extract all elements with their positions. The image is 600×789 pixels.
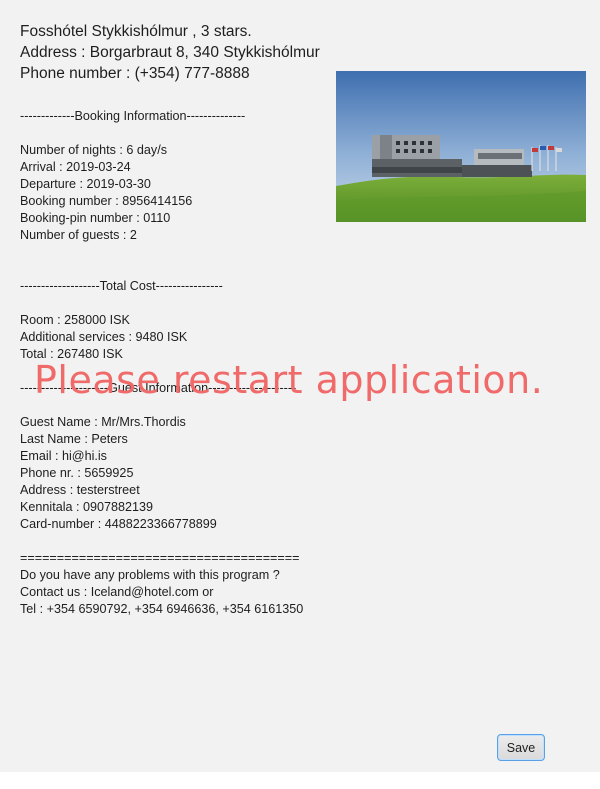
hotel-photo bbox=[336, 71, 586, 222]
nights-value: Number of nights : 6 day/s bbox=[20, 143, 167, 157]
hotel-header: Fosshótel Stykkishólmur , 3 stars. Addre… bbox=[20, 21, 320, 84]
address-value: Address : testerstreet bbox=[20, 483, 140, 497]
booking-confirmation-window: Fosshótel Stykkishólmur , 3 stars. Addre… bbox=[0, 0, 600, 772]
booking-section-heading: -------------Booking Information--------… bbox=[20, 109, 246, 123]
kennitala-value: Kennitala : 0907882139 bbox=[20, 500, 154, 514]
additional-cost-value: Additional services : 9480 ISK bbox=[20, 330, 188, 344]
email-value: Email : hi@hi.is bbox=[20, 449, 107, 463]
support-question: Do you have any problems with this progr… bbox=[20, 568, 280, 582]
cost-section-heading: -------------------Total Cost-----------… bbox=[20, 279, 223, 293]
save-button[interactable]: Save bbox=[497, 734, 545, 761]
hotel-name: Fosshótel Stykkishólmur , 3 stars. bbox=[20, 23, 252, 40]
departure-value: Departure : 2019-03-30 bbox=[20, 177, 151, 191]
card-number-value: Card-number : 4488223366778899 bbox=[20, 517, 217, 531]
bottom-margin bbox=[0, 772, 600, 789]
contact-email: Contact us : Iceland@hotel.com or bbox=[20, 585, 214, 599]
hotel-phone: Phone number : (+354) 777-8888 bbox=[20, 65, 250, 82]
phone-value: Phone nr. : 5659925 bbox=[20, 466, 134, 480]
booking-pin-value: Booking-pin number : 0110 bbox=[20, 211, 171, 225]
hotel-address: Address : Borgarbraut 8, 340 Stykkishólm… bbox=[20, 44, 320, 61]
contact-divider: ====================================== bbox=[20, 551, 300, 565]
contact-phones: Tel : +354 6590792, +354 6946636, +354 6… bbox=[20, 602, 304, 616]
last-name-value: Last Name : Peters bbox=[20, 432, 128, 446]
arrival-value: Arrival : 2019-03-24 bbox=[20, 160, 131, 174]
guest-name-value: Guest Name : Mr/Mrs.Thordis bbox=[20, 415, 186, 429]
room-cost-value: Room : 258000 ISK bbox=[20, 313, 130, 327]
guests-count-value: Number of guests : 2 bbox=[20, 228, 137, 242]
booking-number-value: Booking number : 8956414156 bbox=[20, 194, 193, 208]
restart-warning: Please restart application. bbox=[34, 358, 544, 402]
